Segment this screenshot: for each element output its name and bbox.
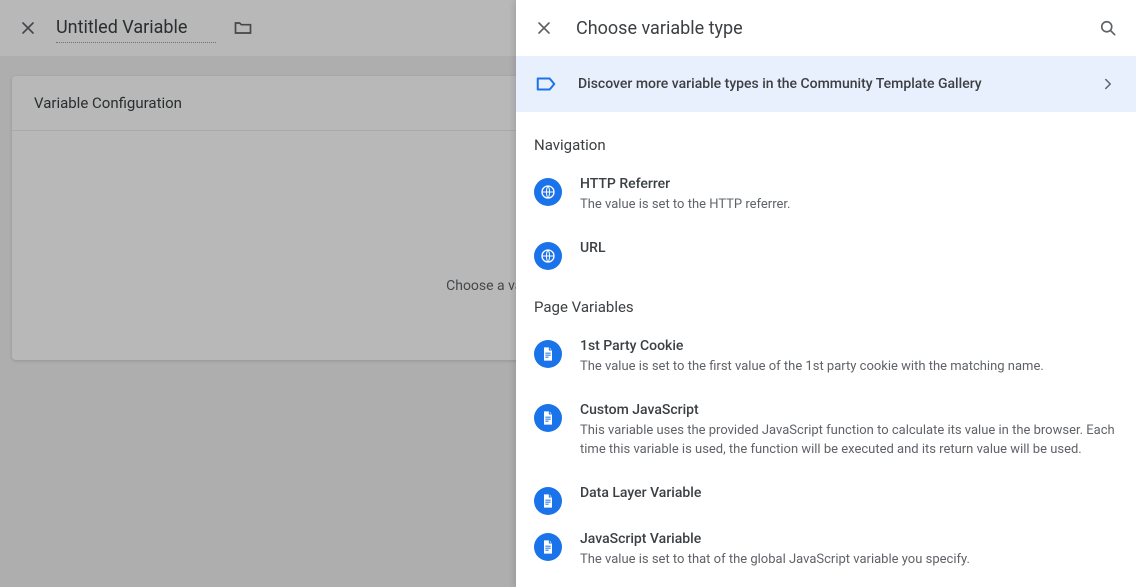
option-title: 1st Party Cookie — [580, 338, 1118, 354]
option-title: Data Layer Variable — [580, 485, 1118, 501]
panel-title: Choose variable type — [576, 18, 1076, 39]
globe-icon — [534, 242, 562, 270]
option-data-layer-variable[interactable]: Data Layer Variable — [516, 473, 1136, 519]
doc-icon — [534, 487, 562, 515]
option-desc: The value is set to that of the global J… — [580, 551, 1118, 569]
section-heading-page-variables: Page Variables — [516, 274, 1136, 326]
close-icon[interactable] — [532, 16, 556, 40]
banner-text: Discover more variable types in the Comm… — [578, 76, 1078, 92]
search-icon[interactable] — [1096, 16, 1120, 40]
chevron-right-icon — [1098, 74, 1118, 94]
doc-icon — [534, 340, 562, 368]
tag-icon — [534, 72, 558, 96]
globe-icon — [534, 178, 562, 206]
folder-icon[interactable] — [232, 17, 254, 39]
option-title: Custom JavaScript — [580, 402, 1118, 418]
variable-name-input[interactable] — [56, 13, 216, 43]
community-templates-banner[interactable]: Discover more variable types in the Comm… — [516, 56, 1136, 112]
choose-variable-type-panel: Choose variable type Discover more varia… — [516, 0, 1136, 587]
option-desc: This variable uses the provided JavaScri… — [580, 422, 1118, 458]
option-1st-party-cookie[interactable]: 1st Party Cookie The value is set to the… — [516, 326, 1136, 390]
option-title: HTTP Referrer — [580, 176, 1118, 192]
option-custom-javascript[interactable]: Custom JavaScript This variable uses the… — [516, 390, 1136, 472]
option-http-referrer[interactable]: HTTP Referrer The value is set to the HT… — [516, 164, 1136, 228]
panel-header: Choose variable type — [516, 0, 1136, 56]
doc-icon — [534, 404, 562, 432]
option-url[interactable]: URL — [516, 228, 1136, 274]
doc-icon — [534, 533, 562, 561]
option-desc: The value is set to the first value of t… — [580, 358, 1118, 376]
option-javascript-variable[interactable]: JavaScript Variable The value is set to … — [516, 519, 1136, 583]
close-icon[interactable] — [16, 16, 40, 40]
option-title: URL — [580, 240, 1118, 256]
option-title: JavaScript Variable — [580, 531, 1118, 547]
section-heading-navigation: Navigation — [516, 112, 1136, 164]
option-desc: The value is set to the HTTP referrer. — [580, 196, 1118, 214]
panel-body: Navigation HTTP Referrer The value is se… — [516, 112, 1136, 587]
